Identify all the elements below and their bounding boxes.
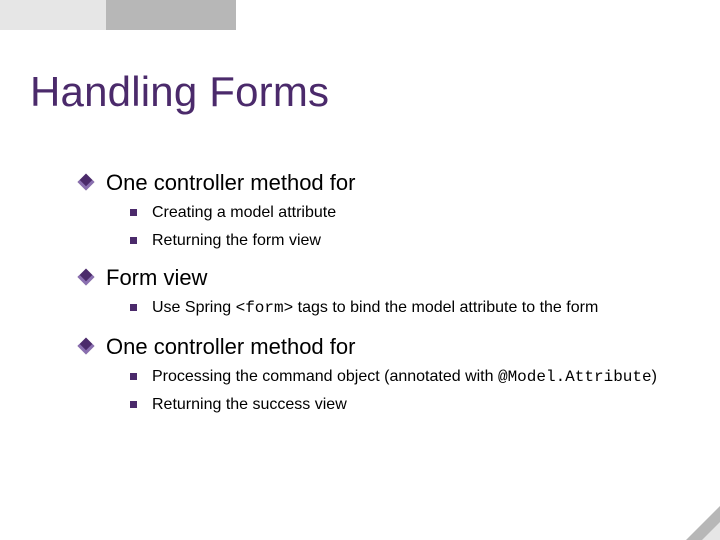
slide-title: Handling Forms bbox=[30, 68, 329, 116]
bullet-l2: Returning the success view bbox=[130, 394, 690, 416]
bullet-l1: One controller method for bbox=[80, 334, 690, 360]
corner-accent bbox=[686, 506, 720, 540]
text-run: Processing the command object (annotated… bbox=[152, 368, 498, 385]
bullet-l1: One controller method for bbox=[80, 170, 690, 196]
slide: Handling Forms One controller method for… bbox=[0, 0, 720, 540]
text-run: tags to bind the model attribute to the … bbox=[293, 299, 598, 316]
bullet-l2: Creating a model attribute bbox=[130, 202, 690, 224]
text-run: ) bbox=[652, 368, 657, 385]
header-accent bbox=[0, 0, 236, 30]
text-run: Use Spring bbox=[152, 299, 236, 316]
bullet-l2: Processing the command object (annotated… bbox=[130, 366, 690, 389]
code-run: @Model.Attribute bbox=[498, 368, 652, 386]
bullet-l1: Form view bbox=[80, 265, 690, 291]
slide-body: One controller method for Creating a mod… bbox=[80, 156, 690, 422]
bullet-l2: Returning the form view bbox=[130, 230, 690, 252]
bullet-l2: Use Spring <form> tags to bind the model… bbox=[130, 297, 690, 320]
code-run: <form> bbox=[236, 299, 294, 317]
